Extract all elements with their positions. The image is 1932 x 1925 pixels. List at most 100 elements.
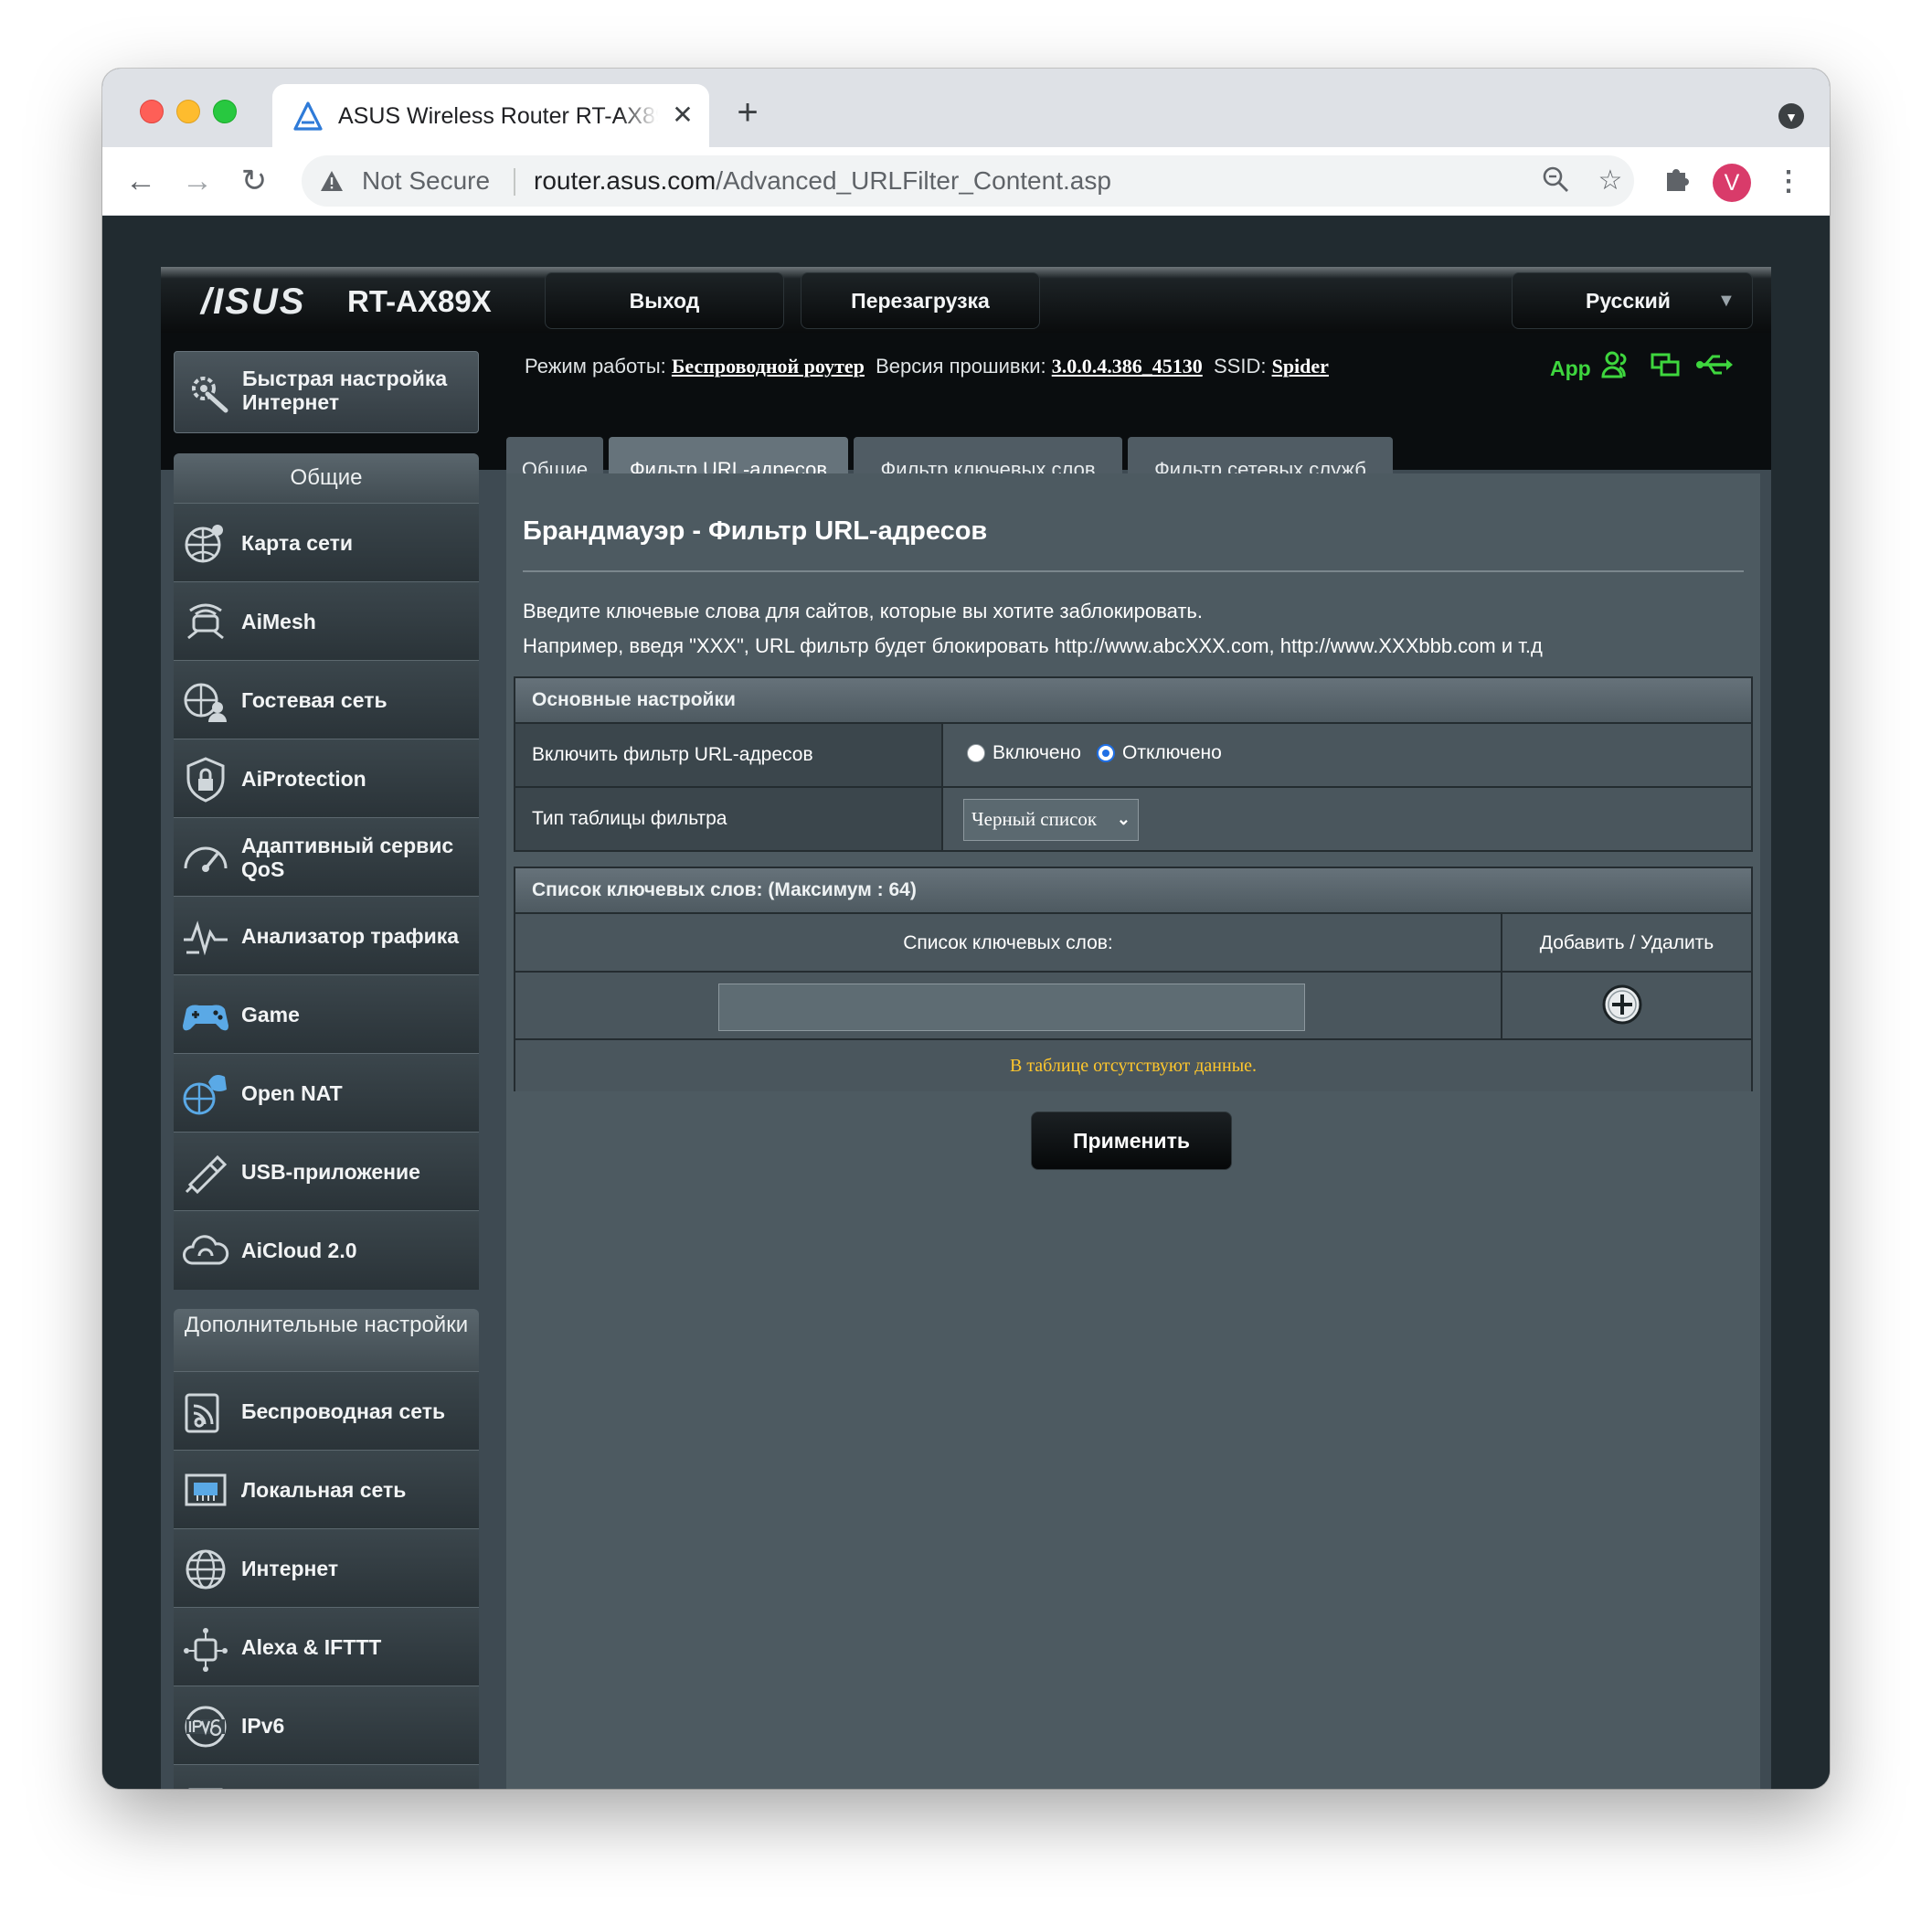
status-line: Режим работы: Беспроводной роутер Версия… — [525, 353, 1329, 380]
url-text[interactable]: router.asus.com/Advanced_URLFilter_Conte… — [534, 166, 1111, 196]
users-icon — [1601, 351, 1627, 378]
keyword-input-cell — [515, 971, 1502, 1040]
address-separator — [514, 168, 515, 196]
extensions-puzzle-icon[interactable] — [1658, 164, 1694, 200]
sidebar-item-label: AiProtection — [241, 767, 366, 791]
zoom-icon[interactable] — [1539, 165, 1572, 197]
minimize-window-button[interactable] — [176, 100, 200, 123]
sidebar-item-label: AiMesh — [241, 610, 316, 633]
close-window-button[interactable] — [140, 100, 164, 123]
usb-icon — [1696, 355, 1733, 375]
clients-icon[interactable] — [1599, 349, 1632, 382]
quick-setup-button[interactable]: Быстрая настройка Интернет — [174, 351, 479, 433]
address-bar[interactable]: Not Secure router.asus.com/Advanced_URLF… — [302, 155, 1634, 207]
filter-table-type-select[interactable]: Черный список ⌄ — [963, 799, 1139, 841]
mode-label: Режим работы: — [525, 355, 666, 378]
close-tab-icon[interactable]: ✕ — [669, 101, 696, 130]
enable-filter-label: Включить фильтр URL-адресов — [515, 724, 943, 786]
description-line-2: Например, введя "XXX", URL фильтр будет … — [523, 634, 1543, 657]
page-title: Брандмауэр - Фильтр URL-адресов — [523, 516, 988, 546]
column-keywords: Список ключевых слов: — [515, 912, 1502, 973]
tab-search-icon[interactable]: ▼ — [1778, 103, 1804, 129]
aimesh-icon — [187, 603, 224, 640]
sidebar-item-internet[interactable]: Интернет — [174, 1528, 479, 1608]
warning-triangle-icon — [321, 171, 343, 191]
sidebar-item-aiprotection[interactable]: AiProtection — [174, 739, 479, 818]
sidebar-item-network-map[interactable]: Карта сети — [174, 503, 479, 582]
firmware-link[interactable]: 3.0.0.4.386_45130 — [1052, 355, 1203, 378]
sidebar-item-wireless[interactable]: Беспроводная сеть — [174, 1371, 479, 1451]
sidebar-item-game[interactable]: Game — [174, 974, 479, 1054]
globe-icon — [186, 1549, 226, 1590]
description-line-1: Введите ключевые слова для сайтов, котор… — [523, 600, 1203, 622]
zoom-window-button[interactable] — [213, 100, 237, 123]
sidebar-item-traffic-analyzer[interactable]: Анализатор трафика — [174, 896, 479, 975]
reboot-button[interactable]: Перезагрузка — [801, 272, 1040, 329]
asus-logo: /ISUS — [201, 282, 306, 322]
filter-table-type-label: Тип таблицы фильтра — [515, 788, 943, 850]
logout-button[interactable]: Выход — [545, 272, 784, 329]
puzzle-icon — [1667, 169, 1689, 191]
keyword-list-header: Список ключевых слов: (Максимум : 64) — [515, 868, 1751, 912]
profile-avatar[interactable]: V — [1713, 164, 1751, 202]
traffic-analyzer-icon — [184, 920, 228, 956]
browser-tab-title: ASUS Wireless Router RT-AX89X — [338, 103, 658, 129]
radio-disabled-label[interactable]: Отключено — [1122, 740, 1222, 766]
radio-disabled[interactable] — [1097, 744, 1115, 762]
apply-button[interactable]: Применить — [1031, 1111, 1232, 1170]
sidebar-item-open-nat[interactable]: Open NAT — [174, 1053, 479, 1133]
url-path: /Advanced_URLFilter_Content.asp — [716, 166, 1111, 195]
usb-status-icon[interactable] — [1696, 349, 1733, 382]
sidebar-item-label: Беспроводная сеть — [241, 1399, 446, 1423]
quick-setup-label: Быстрая настройка Интернет — [242, 367, 448, 414]
guest-network-icon — [184, 683, 227, 722]
language-label: Русский — [1586, 289, 1671, 313]
browser-tab-active[interactable]: ASUS Wireless Router RT-AX89X ✕ — [272, 84, 709, 147]
back-arrow-icon[interactable]: ← — [121, 162, 161, 202]
basic-settings-header: Основные настройки — [515, 678, 1751, 722]
browser-toolbar: ← → ↻ Not Secure router.asus.com/Advance… — [102, 147, 1830, 216]
sidebar-item-label: Анализатор трафика — [241, 924, 460, 948]
title-divider — [523, 570, 1744, 572]
sidebar-item-label: USB-приложение — [241, 1160, 420, 1184]
browser-menu-icon[interactable]: ⋮ — [1775, 164, 1802, 202]
sidebar-item-guest-network[interactable]: Гостевая сеть — [174, 660, 479, 739]
speedometer-icon — [184, 846, 228, 872]
main-panel: Брандмауэр - Фильтр URL-адресов Введите … — [506, 473, 1760, 1789]
ssid-link[interactable]: Spider — [1272, 355, 1329, 378]
sidebar-item-label: Alexa & IFTTT — [241, 1635, 382, 1659]
radio-enabled-label[interactable]: Включено — [993, 740, 1081, 766]
language-select[interactable]: Русский ▼ — [1512, 272, 1753, 329]
sidebar-item-ipv6[interactable]: IPv6 — [174, 1686, 479, 1765]
keyword-input[interactable] — [718, 984, 1305, 1031]
not-secure-label[interactable]: Not Secure — [362, 166, 490, 196]
network-status-icon[interactable] — [1649, 349, 1682, 382]
url-host: router.asus.com — [534, 166, 717, 195]
document-icon — [188, 1788, 223, 1789]
mode-link[interactable]: Беспроводной роутер — [672, 355, 865, 378]
router-frame: /ISUS RT-AX89X Выход Перезагрузка Русски… — [161, 267, 1771, 1789]
radio-enabled[interactable] — [967, 744, 985, 762]
sidebar-item-label: Интернет — [241, 1557, 339, 1580]
sidebar-item-label: Гостевая сеть — [241, 688, 387, 712]
sidebar-item-label: Адаптивный сервис QoS — [241, 834, 454, 881]
chevron-down-icon: ⌄ — [1116, 810, 1131, 828]
ipv6-icon — [185, 1706, 227, 1748]
reload-icon[interactable]: ↻ — [234, 162, 274, 202]
sidebar-item-more[interactable] — [174, 1764, 479, 1789]
filter-table-type-row: Тип таблицы фильтра Черный список ⌄ — [515, 786, 1751, 850]
sidebar-item-usb-application[interactable]: USB-приложение — [174, 1132, 479, 1211]
sidebar-item-aimesh[interactable]: AiMesh — [174, 581, 479, 661]
sidebar-item-lan[interactable]: Локальная сеть — [174, 1450, 479, 1529]
sidebar-item-qos[interactable]: Адаптивный сервис QoS — [174, 817, 479, 897]
bookmark-star-icon[interactable]: ☆ — [1594, 165, 1627, 197]
sidebar-item-label: Карта сети — [241, 531, 353, 555]
app-link[interactable]: App — [1550, 355, 1591, 382]
forward-arrow-icon[interactable]: → — [177, 162, 218, 202]
sidebar-item-label: Локальная сеть — [241, 1478, 407, 1502]
sidebar-item-aicloud[interactable]: AiCloud 2.0 — [174, 1210, 479, 1290]
magnifier-minus-icon — [1543, 166, 1568, 192]
add-circle-icon[interactable] — [1601, 984, 1643, 1026]
sidebar-item-alexa-ifttt[interactable]: Alexa & IFTTT — [174, 1607, 479, 1686]
new-tab-button[interactable]: + — [729, 94, 766, 133]
